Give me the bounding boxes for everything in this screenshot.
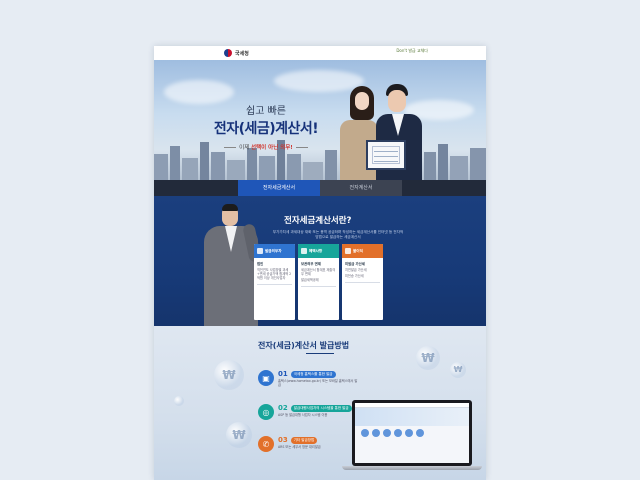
page: 국세청 Don't 발급 교체다 쉽고 빠른 전자(세금)계산서! 이제 선택이… bbox=[154, 46, 486, 480]
step-1[interactable]: ▣ 01 국세청 홈택스를 통한 발급 홈택스(www.hometax.go.kr… bbox=[258, 370, 358, 387]
logo-text: 국세청 bbox=[235, 50, 249, 57]
tab-e-tax-invoice[interactable]: 전자세금계산서 bbox=[238, 180, 320, 196]
card-line: 미발급 가산세 bbox=[345, 262, 365, 266]
card-line: 법인 bbox=[257, 262, 264, 266]
taegeuk-icon bbox=[224, 49, 232, 57]
tab-bar: 전자세금계산서 전자계산서 bbox=[154, 180, 486, 196]
megaphone-icon bbox=[345, 248, 351, 254]
step-description: ASP 등 발급대행 사업자 시스템 이용 bbox=[278, 413, 328, 417]
card-issuer: 발급의무자 법인 직전연도 사업장별 과세+면세 공급가액 합계액 2억원 이상… bbox=[254, 244, 295, 320]
hero-headline: 쉽고 빠른 전자(세금)계산서! 이제 선택이 아닌 의무! bbox=[206, 102, 326, 151]
certificate-frame-image bbox=[366, 140, 406, 170]
globe-icon: ◎ bbox=[258, 404, 274, 420]
info-cards: 발급의무자 법인 직전연도 사업장별 과세+면세 공급가액 합계액 2억원 이상… bbox=[254, 244, 383, 320]
card-line: 보관의무 면제 bbox=[301, 262, 321, 266]
hero-sub-highlight: 선택이 아닌 의무! bbox=[251, 145, 293, 151]
step-number: 01 bbox=[278, 370, 288, 378]
step-number: 03 bbox=[278, 436, 288, 444]
won-bubble-icon: ₩ bbox=[214, 360, 244, 390]
step-label: 발급대행사업자의 시스템을 통한 발급 bbox=[290, 404, 352, 412]
card-line: 세금계산서 합계표 제출의무 면제 bbox=[301, 268, 336, 276]
laptop-image bbox=[352, 400, 472, 466]
person-icon bbox=[257, 248, 263, 254]
tab-e-invoice[interactable]: 전자계산서 bbox=[320, 180, 402, 196]
step-description: 홈택스(www.hometax.go.kr) 또는 모바일 홈택스에서 발급 bbox=[278, 379, 358, 387]
step-number: 02 bbox=[278, 404, 288, 412]
card-benefits: 혜택사항 보관의무 면제 세금계산서 합계표 제출의무 면제 발급세액공제 bbox=[298, 244, 339, 320]
about-section: 전자세금계산서란? 부가가치세 과세대상 재화 또는 용역 공급하며 작성하는 … bbox=[154, 196, 486, 326]
card-label: 발급의무자 bbox=[265, 248, 282, 253]
hero-line2: 전자(세금)계산서! bbox=[213, 121, 319, 137]
card-line: 미전송 가산세 bbox=[345, 274, 364, 278]
hero-sub-prefix: 이제 bbox=[239, 145, 250, 151]
hero-subline: 이제 선택이 아닌 의무! bbox=[206, 143, 326, 151]
hero-line1: 쉽고 빠른 bbox=[246, 106, 286, 117]
step-label: 기타 발급방법 bbox=[290, 436, 318, 444]
card-line: 직전연도 사업장별 과세+면세 공급가액 합계액 2억원 이상 개인사업자 bbox=[257, 268, 292, 280]
about-description: 부가가치세 과세대상 재화 또는 용역 공급하며 작성하는 세금계산서를 인터넷… bbox=[272, 230, 404, 239]
method-title: 전자(세금)계산서 발급방법 bbox=[258, 341, 350, 350]
step-description: ARS 또는 세무서 방문 대리발급 bbox=[278, 445, 321, 449]
document-icon bbox=[301, 248, 307, 254]
top-bar: 국세청 Don't 발급 교체다 bbox=[154, 46, 486, 60]
about-title: 전자세금계산서란? bbox=[284, 216, 352, 226]
hero-banner: 쉽고 빠른 전자(세금)계산서! 이제 선택이 아닌 의무! bbox=[154, 60, 486, 180]
card-penalties: 불이익 미발급 가산세 지연발급 가산세 미전송 가산세 bbox=[342, 244, 383, 320]
phone-icon: ✆ bbox=[258, 436, 274, 452]
won-bubble-icon: ₩ bbox=[450, 362, 466, 378]
card-label: 불이익 bbox=[353, 248, 363, 253]
step-2[interactable]: ◎ 02 발급대행사업자의 시스템을 통한 발급 ASP 등 발급대행 사업자 시… bbox=[258, 404, 358, 420]
issuance-method-section: 전자(세금)계산서 발급방법 ₩ ₩ ₩ ₩ ▣ 01 국세청 홈택스를 통한 발… bbox=[154, 326, 486, 480]
step-label: 국세청 홈택스를 통한 발급 bbox=[290, 370, 336, 378]
won-bubble-icon: ₩ bbox=[416, 346, 440, 370]
won-bubble-icon: ₩ bbox=[226, 422, 252, 448]
card-label: 혜택사항 bbox=[309, 248, 323, 253]
monitor-icon: ▣ bbox=[258, 370, 274, 386]
step-3[interactable]: ✆ 03 기타 발급방법 ARS 또는 세무서 방문 대리발급 bbox=[258, 436, 358, 452]
card-line: 발급세액공제 bbox=[301, 278, 319, 282]
campaign-logo: Don't 발급 교체다 bbox=[396, 48, 428, 53]
nts-logo[interactable]: 국세청 bbox=[224, 49, 249, 57]
